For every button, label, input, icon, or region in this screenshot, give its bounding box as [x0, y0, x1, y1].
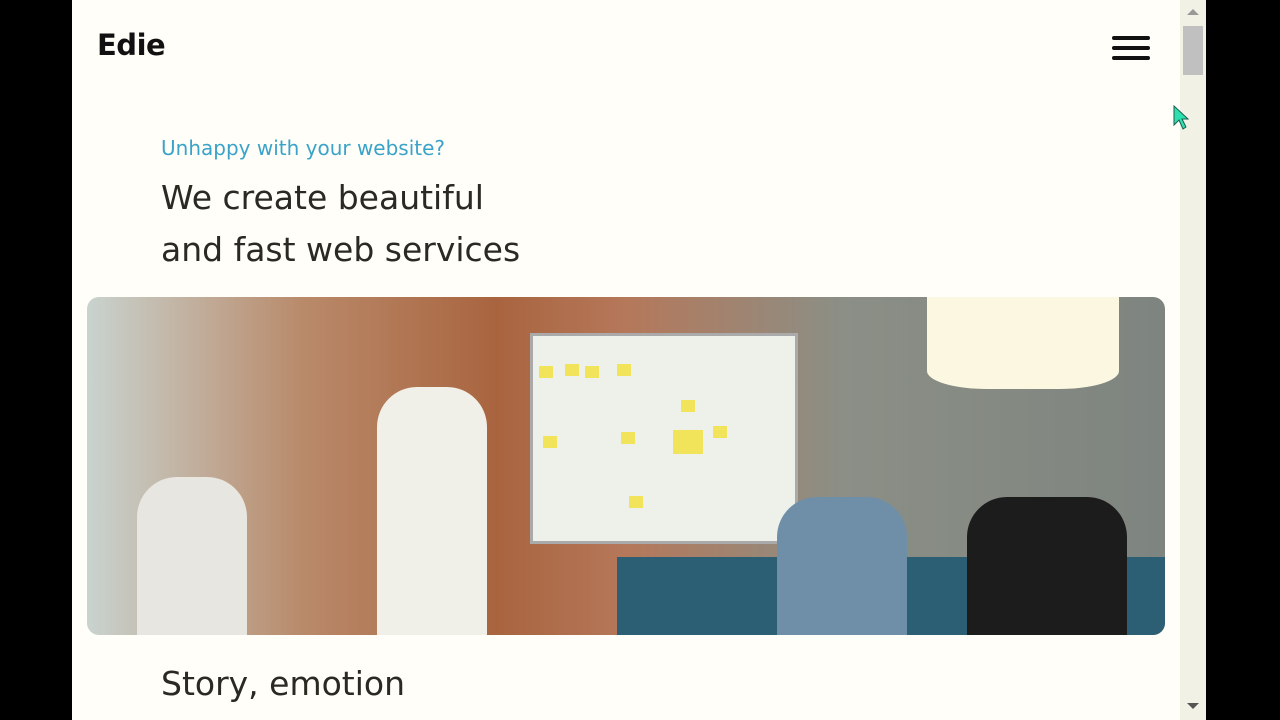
sticky-note [617, 364, 631, 376]
hero-headline: We create beautiful and fast web service… [161, 172, 520, 276]
sticky-note [565, 364, 579, 376]
sticky-note [585, 366, 599, 378]
hero-image [87, 297, 1165, 635]
scroll-down-arrow-icon[interactable] [1187, 703, 1199, 709]
sticky-note [681, 400, 695, 412]
sticky-note [673, 430, 703, 454]
sticky-note [713, 426, 727, 438]
mouse-cursor-icon [1173, 105, 1189, 130]
hamburger-icon[interactable] [1112, 36, 1150, 64]
menu-bar [1112, 36, 1150, 40]
sticky-note [539, 366, 553, 378]
logo[interactable]: Edie [97, 28, 166, 62]
menu-bar [1112, 56, 1150, 60]
headline-line-1: We create beautiful [161, 178, 484, 217]
hero-eyebrow: Unhappy with your website? [161, 136, 446, 160]
sticky-note [621, 432, 635, 444]
page: Edie Unhappy with your website? We creat… [72, 0, 1180, 720]
headline-line-2: and fast web services [161, 230, 521, 269]
menu-bar [1112, 46, 1150, 50]
person-shape [377, 387, 487, 635]
lamp-shape [927, 297, 1119, 389]
scrollbar-thumb[interactable] [1183, 26, 1203, 75]
person-shape [137, 477, 247, 635]
person-shape [777, 497, 907, 635]
sticky-note [629, 496, 643, 508]
sticky-note [543, 436, 557, 448]
section-heading: Story, emotion [161, 664, 406, 703]
person-shape [967, 497, 1127, 635]
scroll-up-arrow-icon[interactable] [1187, 9, 1199, 15]
whiteboard-shape [530, 333, 798, 544]
